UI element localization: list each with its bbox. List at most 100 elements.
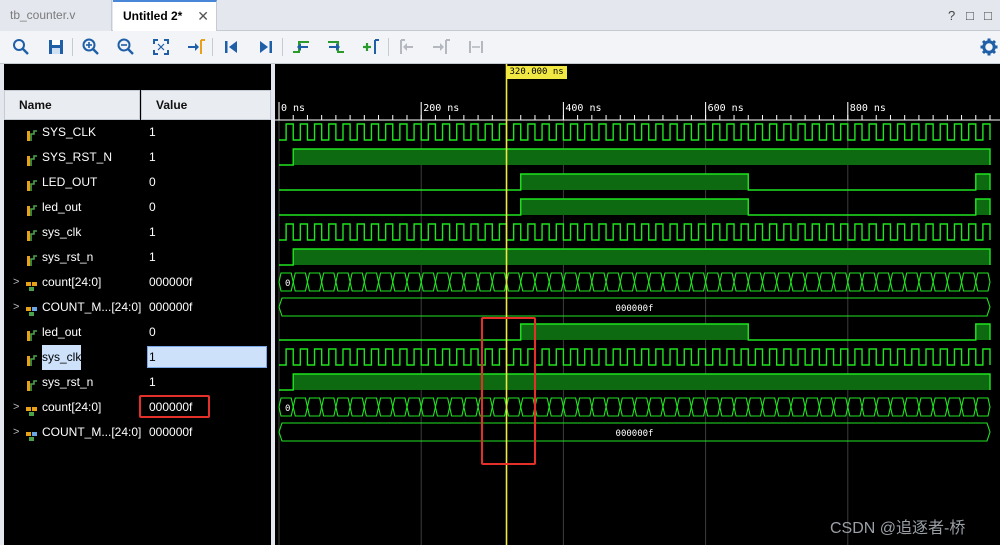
expand-arrow-icon[interactable]: >	[13, 395, 19, 420]
settings-gear-icon[interactable]	[979, 37, 999, 57]
signal-name: led_out	[42, 325, 82, 339]
go-to-cursor-icon[interactable]	[186, 37, 206, 57]
bus-segment	[932, 397, 948, 417]
signal-row[interactable]: SYS_CLK	[4, 120, 140, 145]
bus-segment	[904, 272, 920, 292]
expand-arrow-icon[interactable]: >	[13, 420, 19, 445]
add-marker-icon[interactable]	[361, 37, 381, 57]
bus-segment	[648, 397, 664, 417]
signal-value: 000000f	[149, 275, 193, 289]
bus-segment	[463, 272, 479, 292]
bus-segment	[591, 397, 607, 417]
signal-value-cell[interactable]: 1	[141, 120, 271, 145]
signal-value-cell[interactable]: 0	[141, 170, 271, 195]
bus-segment	[591, 272, 607, 292]
help-icon[interactable]: ?	[948, 8, 955, 23]
signal-row[interactable]: sys_rst_n	[4, 245, 140, 270]
close-tab-icon[interactable]: ✕	[197, 2, 209, 30]
signal-row[interactable]: > count[24:0]	[4, 395, 140, 420]
tab-untitled-2[interactable]: Untitled 2* ✕	[113, 0, 217, 31]
signal-value-cell[interactable]: 000000f	[141, 420, 271, 445]
bus-segment	[562, 397, 579, 417]
signal-value: 0	[149, 325, 156, 339]
tab-tb-counter[interactable]: tb_counter.v	[0, 0, 112, 31]
bus-segment	[676, 397, 692, 417]
signal-value: 1	[149, 375, 156, 389]
bus-segment	[377, 397, 394, 417]
zoom-out-icon[interactable]	[116, 37, 136, 57]
clock-waveform	[279, 223, 991, 241]
signal-value-cell[interactable]: 1	[141, 370, 271, 395]
signal-row[interactable]: > COUNT_M...[24:0]	[4, 420, 141, 445]
bus-segment	[477, 272, 493, 292]
maximize-icon[interactable]: □	[984, 8, 992, 23]
waveform-canvas[interactable]: 0 ns 200 ns 400 ns 600 ns 800 ns0000000f0000…	[275, 64, 1000, 545]
bus-segment	[335, 397, 351, 417]
bus-segment	[790, 397, 806, 417]
previous-transition-icon[interactable]	[291, 37, 311, 57]
tab-label: tb_counter.v	[10, 8, 76, 22]
signal-row[interactable]: > count[24:0]	[4, 270, 140, 295]
signal-value-cell[interactable]: 1	[141, 220, 271, 245]
toolbar-separator	[282, 38, 283, 56]
bus-segment	[960, 397, 977, 417]
bus-segment	[619, 272, 636, 292]
signal-row[interactable]: sys_clk	[4, 220, 140, 245]
go-to-start-icon[interactable]	[221, 37, 241, 57]
signal-value: 1	[149, 125, 156, 139]
bus-signal-icon	[26, 426, 38, 451]
tab-bar: tb_counter.v Untitled 2* ✕ ? □ □	[0, 0, 1000, 31]
bus-segment	[420, 272, 436, 292]
signal-row[interactable]: led_out	[4, 195, 140, 220]
cursor-time-label[interactable]: 320.000 ns	[506, 66, 567, 79]
signal-row[interactable]: led_out	[4, 320, 140, 345]
signal-value: 0	[149, 200, 156, 214]
signal-name-column: Name SYS_CLK SYS_RST_N LED_OUT led_out sys_c…	[4, 64, 141, 545]
bus-segment	[847, 272, 863, 292]
save-icon[interactable]	[46, 37, 66, 57]
signal-value-cell[interactable]: 000000f	[141, 295, 271, 320]
bus-segment	[349, 397, 365, 417]
restore-icon[interactable]: □	[966, 8, 974, 23]
bus-segment	[975, 272, 991, 292]
bus-segment	[548, 272, 564, 292]
expand-arrow-icon[interactable]: >	[13, 270, 19, 295]
next-transition-icon[interactable]	[326, 37, 346, 57]
signal-value-cell[interactable]: 1	[141, 245, 271, 270]
bus-segment	[676, 272, 692, 292]
signal-value: 1	[149, 225, 156, 239]
signal-row[interactable]: > COUNT_M...[24:0]	[4, 295, 141, 320]
signal-row[interactable]: LED_OUT	[4, 170, 140, 195]
signal-value-cell[interactable]: 0	[141, 195, 271, 220]
signal-value-cell[interactable]: 1	[141, 345, 271, 370]
ruler-label: 200 ns	[423, 103, 459, 114]
signal-value-cell[interactable]: 0	[141, 320, 271, 345]
signal-value-cell[interactable]: 1	[141, 145, 271, 170]
expand-arrow-icon[interactable]: >	[13, 295, 19, 320]
bus-segment	[292, 272, 309, 292]
bus-segment	[761, 397, 778, 417]
signal-row[interactable]: sys_clk	[4, 345, 140, 370]
bus-segment	[818, 397, 835, 417]
value-column-header[interactable]: Value	[141, 90, 271, 120]
bus-segment	[292, 397, 309, 417]
signal-row[interactable]: sys_rst_n	[4, 370, 140, 395]
zoom-fit-icon[interactable]	[151, 37, 171, 57]
bus-segment	[733, 397, 749, 417]
bus-segment	[847, 397, 863, 417]
signal-name: count[24:0]	[42, 400, 102, 414]
bus-segment	[932, 272, 948, 292]
bus-segment	[861, 397, 877, 417]
search-icon[interactable]	[11, 37, 31, 57]
bus-segment	[633, 272, 650, 292]
bus-value-label: 0	[285, 404, 290, 414]
clock-waveform	[279, 348, 991, 366]
wave-fill	[520, 324, 749, 340]
signal-value: 1	[149, 250, 156, 264]
toolbar-separator	[388, 38, 389, 56]
signal-value-cell[interactable]: 000000f	[141, 270, 271, 295]
signal-row[interactable]: SYS_RST_N	[4, 145, 140, 170]
zoom-in-icon[interactable]	[81, 37, 101, 57]
go-to-end-icon[interactable]	[256, 37, 276, 57]
name-column-header[interactable]: Name	[4, 90, 140, 120]
